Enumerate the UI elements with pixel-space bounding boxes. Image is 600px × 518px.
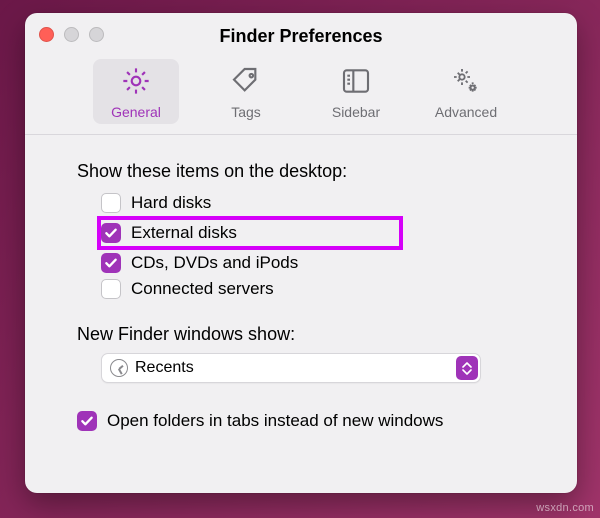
gears-icon	[450, 65, 482, 100]
select-value: Recents	[135, 359, 456, 377]
new-window-select[interactable]: Recents	[101, 353, 481, 383]
watermark-text: wsxdn.com	[536, 502, 594, 514]
preferences-toolbar: General Tags Sidebar	[25, 59, 577, 135]
tab-label: General	[111, 104, 161, 120]
checkbox-icon	[77, 411, 97, 431]
checkbox-label: Hard disks	[131, 193, 211, 213]
tab-label: Sidebar	[332, 104, 380, 120]
checkbox-external-disks[interactable]: External disks	[97, 216, 403, 250]
desktop-items-heading: Show these items on the desktop:	[77, 161, 545, 182]
window-title: Finder Preferences	[219, 26, 382, 47]
tab-advanced[interactable]: Advanced	[423, 59, 509, 124]
chevron-up-down-icon	[456, 356, 478, 380]
zoom-window-button[interactable]	[89, 27, 104, 42]
general-pane: Show these items on the desktop: Hard di…	[25, 135, 577, 451]
sidebar-icon	[340, 65, 372, 100]
preferences-window: Finder Preferences General Tags	[25, 13, 577, 493]
titlebar: Finder Preferences	[25, 13, 577, 59]
tab-tags[interactable]: Tags	[203, 59, 289, 124]
checkbox-open-in-tabs[interactable]: Open folders in tabs instead of new wind…	[77, 411, 545, 431]
close-window-button[interactable]	[39, 27, 54, 42]
checkbox-hard-disks[interactable]: Hard disks	[101, 190, 545, 216]
minimize-window-button[interactable]	[64, 27, 79, 42]
checkbox-icon	[101, 193, 121, 213]
checkbox-label: Open folders in tabs instead of new wind…	[107, 411, 443, 431]
desktop-items-list: Hard disks External disks CDs, DVDs and …	[101, 190, 545, 302]
new-window-heading: New Finder windows show:	[77, 324, 545, 345]
checkbox-icon	[101, 223, 121, 243]
tag-icon	[230, 65, 262, 100]
recents-icon	[110, 359, 128, 377]
tab-general[interactable]: General	[93, 59, 179, 124]
gear-icon	[120, 65, 152, 100]
tab-sidebar[interactable]: Sidebar	[313, 59, 399, 124]
checkbox-label: Connected servers	[131, 279, 274, 299]
checkbox-icon	[101, 253, 121, 273]
checkbox-cds-dvds-ipods[interactable]: CDs, DVDs and iPods	[101, 250, 545, 276]
checkbox-label: External disks	[131, 223, 237, 243]
tab-label: Tags	[231, 104, 261, 120]
tab-label: Advanced	[435, 104, 497, 120]
checkbox-label: CDs, DVDs and iPods	[131, 253, 298, 273]
checkbox-icon	[101, 279, 121, 299]
window-controls	[39, 27, 104, 42]
checkbox-connected-servers[interactable]: Connected servers	[101, 276, 545, 302]
